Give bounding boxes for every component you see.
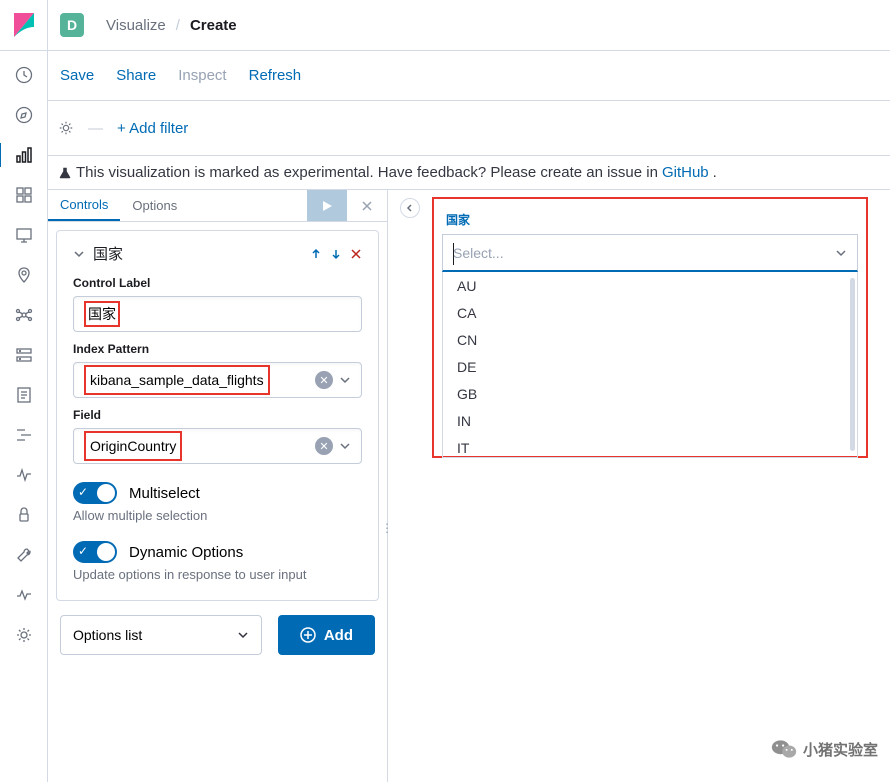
dropdown-option[interactable]: AU xyxy=(443,272,857,299)
play-icon xyxy=(320,199,334,213)
nav-visualize-icon[interactable] xyxy=(0,143,46,167)
collapse-icon[interactable] xyxy=(73,248,85,260)
nav-dashboard-icon[interactable] xyxy=(12,183,36,207)
nav-siem-icon[interactable] xyxy=(12,503,36,527)
nav-uptime-icon[interactable] xyxy=(12,463,36,487)
chevron-down-icon xyxy=(339,374,351,386)
dropdown-option[interactable]: IN xyxy=(443,407,857,434)
add-filter-link[interactable]: + Add filter xyxy=(117,120,188,137)
control-label-input[interactable]: 国家 xyxy=(73,296,362,332)
breadcrumb-parent[interactable]: Visualize xyxy=(106,17,166,34)
control-panel: 国家 Control Label 国家 Index Pattern kibana… xyxy=(56,230,379,601)
breadcrumb-separator: / xyxy=(176,17,180,34)
nav-devtools-icon[interactable] xyxy=(12,543,36,567)
filter-bar: — + Add filter xyxy=(48,101,890,155)
filter-settings-icon[interactable] xyxy=(58,120,74,136)
multiselect-label: Multiselect xyxy=(129,485,200,502)
apply-button[interactable] xyxy=(307,190,347,221)
experimental-banner: This visualization is marked as experime… xyxy=(48,155,890,190)
preview-control-label: 国家 xyxy=(442,211,858,228)
nav-recent-icon[interactable] xyxy=(12,63,36,87)
move-down-button[interactable] xyxy=(330,248,342,260)
banner-github-link[interactable]: GitHub xyxy=(662,164,709,181)
scrollbar[interactable] xyxy=(850,278,855,451)
kibana-logo-icon xyxy=(14,13,34,37)
refresh-button[interactable]: Refresh xyxy=(245,63,306,88)
dynamic-options-help: Update options in response to user input xyxy=(73,567,362,582)
beaker-icon xyxy=(58,166,72,180)
index-pattern-select[interactable]: kibana_sample_data_flights ✕ xyxy=(73,362,362,398)
preview-dropdown: AU CA CN DE GB IN IT xyxy=(442,272,858,458)
field-select[interactable]: OriginCountry ✕ xyxy=(73,428,362,464)
space-badge[interactable]: D xyxy=(60,13,84,37)
save-button[interactable]: Save xyxy=(56,63,98,88)
dropdown-option[interactable]: GB xyxy=(443,380,857,407)
multiselect-help: Allow multiple selection xyxy=(73,508,362,523)
side-nav xyxy=(0,51,48,782)
tab-controls[interactable]: Controls xyxy=(48,190,120,221)
banner-suffix: . xyxy=(713,164,717,181)
nav-logs-icon[interactable] xyxy=(12,383,36,407)
preview-placeholder: Select... xyxy=(453,245,504,261)
close-icon xyxy=(361,200,373,212)
panel-title: 国家 xyxy=(93,243,123,264)
control-type-select[interactable]: Options list xyxy=(60,615,262,655)
nav-monitoring-icon[interactable] xyxy=(12,583,36,607)
editor-tabs: Controls Options xyxy=(48,190,387,222)
collapse-sidebar-button[interactable] xyxy=(400,198,420,218)
index-pattern-value: kibana_sample_data_flights xyxy=(86,367,268,393)
wechat-icon xyxy=(771,738,797,760)
breadcrumb: Visualize / Create xyxy=(106,17,237,34)
index-pattern-label: Index Pattern xyxy=(73,342,362,356)
watermark-text: 小猪实验室 xyxy=(803,739,878,760)
banner-text: This visualization is marked as experime… xyxy=(76,164,658,181)
resize-handle[interactable]: ⋮ xyxy=(382,522,394,534)
top-bar: D Visualize / Create xyxy=(0,0,890,51)
nav-discover-icon[interactable] xyxy=(12,103,36,127)
clear-field-icon[interactable]: ✕ xyxy=(315,437,333,455)
control-label-value: 国家 xyxy=(88,304,116,324)
discard-button[interactable] xyxy=(347,190,387,221)
remove-button[interactable] xyxy=(350,248,362,260)
nav-maps-icon[interactable] xyxy=(12,263,36,287)
preview-area: 国家 Select... AU CA CN DE GB IN IT xyxy=(432,197,868,458)
dynamic-options-label: Dynamic Options xyxy=(129,544,243,561)
dropdown-option[interactable]: CA xyxy=(443,299,857,326)
preview-select[interactable]: Select... xyxy=(442,234,858,272)
nav-management-icon[interactable] xyxy=(12,623,36,647)
dropdown-option[interactable]: DE xyxy=(443,353,857,380)
nav-canvas-icon[interactable] xyxy=(12,223,36,247)
watermark: 小猪实验室 xyxy=(771,738,878,760)
chevron-down-icon xyxy=(835,247,847,259)
chevron-down-icon xyxy=(339,440,351,452)
move-up-button[interactable] xyxy=(310,248,322,260)
action-bar: Save Share Inspect Refresh xyxy=(48,51,890,101)
filter-divider: — xyxy=(88,120,103,137)
nav-apm-icon[interactable] xyxy=(12,423,36,447)
plus-circle-icon xyxy=(300,627,316,643)
nav-infrastructure-icon[interactable] xyxy=(12,343,36,367)
space-letter: D xyxy=(67,17,77,33)
app-logo[interactable] xyxy=(0,0,48,51)
multiselect-toggle[interactable]: ✓ xyxy=(73,482,117,504)
field-label: Field xyxy=(73,408,362,422)
field-value: OriginCountry xyxy=(86,433,180,459)
nav-ml-icon[interactable] xyxy=(12,303,36,327)
dropdown-option[interactable]: IT xyxy=(443,434,857,458)
control-label-label: Control Label xyxy=(73,276,362,290)
add-button-label: Add xyxy=(324,627,353,644)
chevron-down-icon xyxy=(237,629,249,641)
dropdown-option[interactable]: CN xyxy=(443,326,857,353)
inspect-button: Inspect xyxy=(174,63,230,88)
dynamic-options-toggle[interactable]: ✓ xyxy=(73,541,117,563)
tab-options[interactable]: Options xyxy=(120,190,189,221)
editor-sidebar: Controls Options 国家 Control Label 国家 Ind… xyxy=(48,190,388,782)
control-type-value: Options list xyxy=(73,627,142,643)
share-button[interactable]: Share xyxy=(112,63,160,88)
clear-index-pattern-icon[interactable]: ✕ xyxy=(315,371,333,389)
add-button[interactable]: Add xyxy=(278,615,375,655)
breadcrumb-current: Create xyxy=(190,17,237,34)
